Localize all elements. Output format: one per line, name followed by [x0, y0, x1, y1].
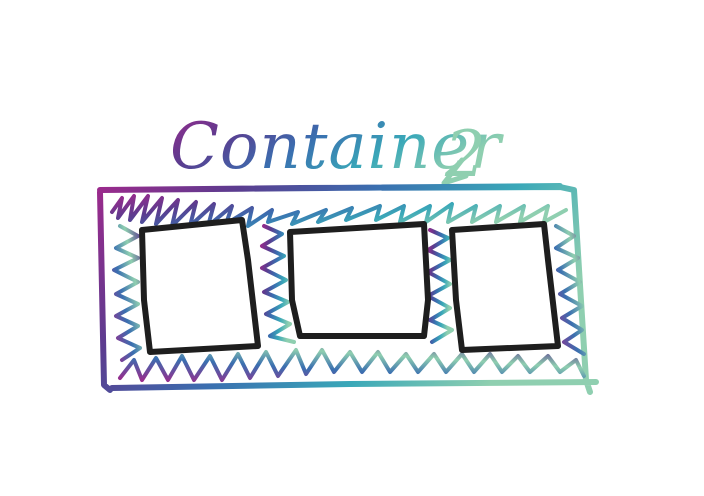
- scribble-gap-2: [426, 228, 454, 344]
- container-number-label: 2: [441, 118, 486, 192]
- scribble-left: [112, 224, 142, 362]
- sketch-canvas: Container 2: [97, 110, 599, 395]
- inner-boxes: [139, 217, 561, 355]
- inner-box-3: [449, 221, 561, 353]
- inner-box-1: [139, 217, 261, 355]
- scribble-bottom: [118, 348, 586, 382]
- inner-box-2: [287, 221, 431, 339]
- scribble-top: [110, 194, 568, 228]
